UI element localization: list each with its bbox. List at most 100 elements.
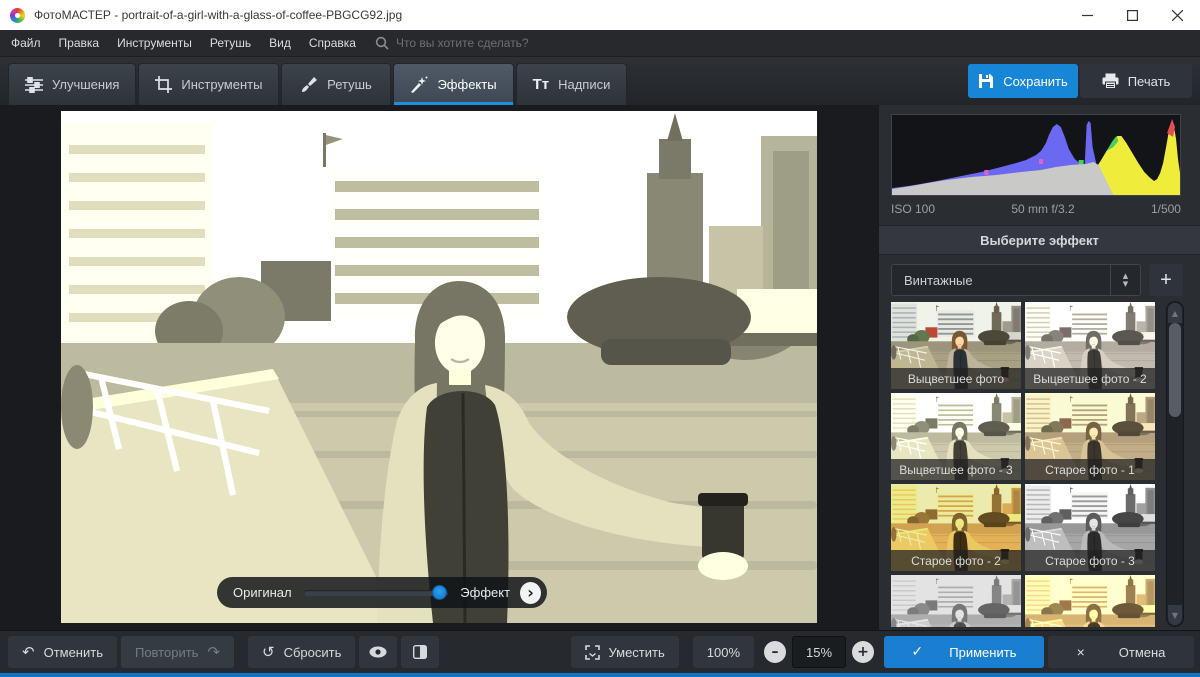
menu-help[interactable]: Справка	[300, 30, 365, 57]
cancel-label: Отмена	[1119, 645, 1166, 660]
effect-preview	[1025, 575, 1155, 627]
effect-thumbnail-5[interactable]: Старое фото - 2	[891, 484, 1021, 571]
menu-bar: Файл Правка Инструменты Ретушь Вид Справ…	[0, 30, 1200, 57]
scroll-down-icon[interactable]: ▼	[1168, 605, 1182, 625]
tab-enhancements[interactable]: Улучшения	[8, 63, 136, 105]
zoom-value-label: 15%	[806, 645, 832, 660]
minimize-button[interactable]	[1065, 0, 1110, 30]
split-view-icon	[413, 645, 427, 659]
effects-header: Выберите эффект	[879, 225, 1200, 255]
close-button[interactable]	[1155, 0, 1200, 30]
fit-button[interactable]: Уместить	[571, 636, 678, 668]
exif-lens: 50 mm f/3.2	[1011, 202, 1074, 216]
effect-thumbnail-4[interactable]: Старое фото - 1	[1025, 393, 1155, 480]
photo-canvas: Оригинал Эффект ›	[0, 105, 878, 630]
text-icon: Tт	[533, 76, 550, 93]
effect-category-select[interactable]: Винтажные ▲▼	[891, 264, 1141, 296]
app-window: ФотоМАСТЕР - portrait-of-a-girl-with-a-g…	[0, 0, 1200, 677]
effect-thumbnail-7[interactable]	[891, 575, 1021, 627]
tab-label: Улучшения	[52, 77, 119, 92]
zoom-value[interactable]: 15%	[792, 636, 846, 668]
app-logo-icon	[10, 8, 25, 23]
redo-icon: ↷	[207, 645, 220, 660]
undo-button[interactable]: ↶ Отменить	[8, 636, 117, 668]
tab-retouch[interactable]: Ретушь	[281, 63, 391, 105]
effect-category-value: Винтажные	[892, 273, 1110, 288]
effect-label: Выцветшее фото	[891, 368, 1021, 389]
exif-iso: ISO 100	[891, 202, 935, 216]
compare-track[interactable]	[304, 590, 449, 596]
effects-panel: ISO 100 50 mm f/3.2 1/500 Выберите эффек…	[878, 105, 1200, 630]
menu-edit[interactable]: Правка	[50, 30, 109, 57]
undo-label: Отменить	[44, 645, 103, 660]
zoom-out-button[interactable]: –	[764, 641, 786, 663]
histogram	[891, 114, 1181, 196]
compare-slider: Оригинал Эффект ›	[217, 577, 547, 608]
maximize-button[interactable]	[1110, 0, 1155, 30]
title-bar: ФотоМАСТЕР - portrait-of-a-girl-with-a-g…	[0, 0, 1200, 30]
menu-tools[interactable]: Инструменты	[108, 30, 201, 57]
menu-file[interactable]: Файл	[2, 30, 50, 57]
add-effect-button[interactable]: +	[1149, 264, 1183, 296]
brush-icon	[301, 76, 318, 93]
tab-bar: Улучшения Инструменты Ретушь	[0, 57, 1200, 105]
effect-label: Старое фото - 2	[891, 550, 1021, 571]
effects-grid: Выцветшее фото Выцветшее фото - 2 Выцвет…	[891, 302, 1155, 627]
compare-effect-label: Эффект	[460, 585, 510, 600]
effect-thumbnail-8[interactable]	[1025, 575, 1155, 627]
effect-thumbnail-1[interactable]: Выцветшее фото	[891, 302, 1021, 389]
redo-button[interactable]: Повторить ↷	[121, 636, 234, 668]
effect-thumbnail-6[interactable]: Старое фото - 3	[1025, 484, 1155, 571]
print-button[interactable]: Печать	[1080, 64, 1192, 98]
show-original-button[interactable]	[359, 636, 397, 668]
undo-icon: ↶	[22, 645, 35, 660]
exif-shutter: 1/500	[1151, 202, 1181, 216]
tab-tools[interactable]: Инструменты	[138, 63, 279, 105]
spinner-arrows-icon[interactable]: ▲▼	[1110, 265, 1140, 295]
tab-label: Ретушь	[327, 77, 372, 92]
fit-label: Уместить	[608, 645, 664, 660]
crop-icon	[155, 76, 172, 93]
zoom-in-button[interactable]: +	[852, 641, 874, 663]
compare-view-button[interactable]	[401, 636, 439, 668]
scroll-up-icon[interactable]: ▲	[1168, 303, 1182, 323]
sliders-icon	[25, 77, 43, 93]
effects-scrollbar[interactable]: ▲ ▼	[1166, 301, 1184, 627]
search-icon	[375, 36, 389, 50]
tab-effects[interactable]: Эффекты	[393, 63, 513, 105]
zoom-100-label: 100%	[707, 645, 740, 660]
apply-button[interactable]: ✓ Применить	[884, 636, 1044, 668]
next-effect-button[interactable]: ›	[520, 582, 541, 604]
check-icon: ✓	[912, 644, 924, 660]
effect-label: Выцветшее фото - 2	[1025, 368, 1155, 389]
window-accent-border	[0, 673, 1200, 677]
save-button[interactable]: Сохранить	[968, 64, 1078, 98]
close-x-icon: ×	[1077, 644, 1085, 660]
menu-view[interactable]: Вид	[260, 30, 300, 57]
minus-icon: –	[772, 644, 779, 660]
scrollbar-thumb[interactable]	[1169, 323, 1181, 417]
reset-button[interactable]: ↺ Сбросить	[248, 636, 355, 668]
magic-wand-icon	[410, 76, 428, 93]
effect-label: Выцветшее фото - 3	[891, 459, 1021, 480]
plus-icon: +	[857, 644, 869, 660]
reset-label: Сбросить	[284, 645, 342, 660]
cancel-button[interactable]: × Отмена	[1048, 636, 1194, 668]
tab-captions[interactable]: Tт Надписи	[516, 63, 628, 105]
search-input[interactable]: Что вы хотите сделать?	[375, 36, 529, 50]
tab-label: Эффекты	[437, 77, 496, 92]
effect-thumbnail-3[interactable]: Выцветшее фото - 3	[891, 393, 1021, 480]
effect-thumbnail-2[interactable]: Выцветшее фото - 2	[1025, 302, 1155, 389]
save-icon	[978, 73, 994, 89]
menu-retouch[interactable]: Ретушь	[201, 30, 260, 57]
compare-slider-thumb[interactable]	[432, 585, 447, 600]
tab-label: Надписи	[558, 77, 610, 92]
printer-icon	[1102, 73, 1119, 89]
search-placeholder: Что вы хотите сделать?	[396, 36, 529, 50]
tab-label: Инструменты	[181, 77, 262, 92]
bottom-bar: ↶ Отменить Повторить ↷ ↺ Сбросить	[0, 630, 1200, 673]
window-title: ФотоМАСТЕР - portrait-of-a-girl-with-a-g…	[34, 8, 402, 22]
effect-label: Старое фото - 1	[1025, 459, 1155, 480]
edited-photo	[61, 111, 817, 623]
zoom-100-button[interactable]: 100%	[693, 636, 754, 668]
